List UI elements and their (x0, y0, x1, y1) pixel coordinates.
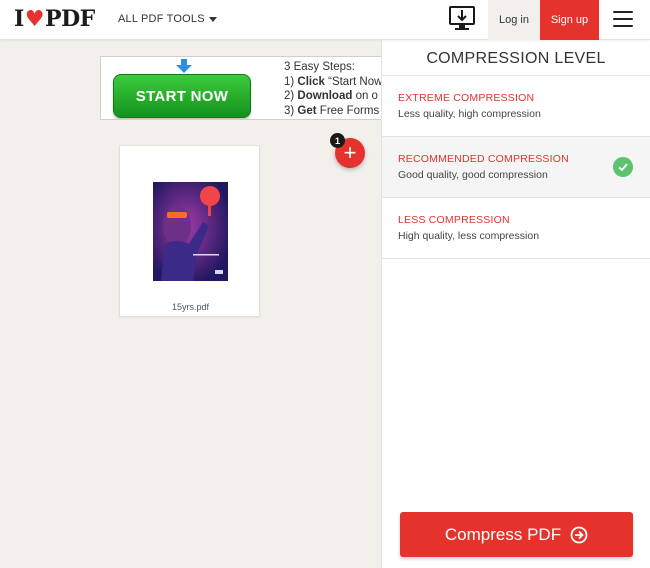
ad-steps-title: 3 Easy Steps: (284, 61, 355, 73)
file-card[interactable]: 15yrs.pdf (119, 145, 260, 317)
option-less-compression[interactable]: LESS COMPRESSION High quality, less comp… (382, 198, 650, 259)
option-description: Less quality, high compression (398, 108, 541, 120)
heart-icon: ♥ (24, 6, 45, 32)
logo-word: PDF (45, 6, 95, 32)
top-header: I ♥ PDF ALL PDF TOOLS Log in Sign up (0, 0, 650, 40)
all-pdf-tools-label: ALL PDF TOOLS (118, 13, 205, 25)
option-description: Good quality, good compression (398, 169, 548, 181)
hamburger-menu-icon[interactable] (613, 11, 633, 27)
option-extreme-compression[interactable]: EXTREME COMPRESSION Less quality, high c… (382, 76, 650, 137)
file-name: 15yrs.pdf (171, 302, 210, 312)
signup-button[interactable]: Sign up (540, 0, 599, 40)
ad-steps-text: 3 Easy Steps: 1) Click “Start Now 2) Dow… (284, 60, 382, 118)
desktop-download-icon (449, 6, 475, 30)
all-pdf-tools-menu[interactable]: ALL PDF TOOLS (118, 13, 217, 25)
compression-options-panel: COMPRESSION LEVEL EXTREME COMPRESSION Le… (381, 40, 650, 568)
ad-step-2: 2) Download on o (284, 90, 378, 102)
file-count-badge: 1 (330, 133, 345, 148)
compress-pdf-button[interactable]: Compress PDF (400, 512, 633, 557)
arrow-right-circle-icon (570, 526, 588, 544)
desktop-app-download-button[interactable] (448, 6, 476, 32)
option-description: High quality, less compression (398, 230, 540, 242)
logo-letter: I (14, 6, 24, 32)
option-title: LESS COMPRESSION (398, 214, 510, 226)
compression-level-heading: COMPRESSION LEVEL (382, 40, 650, 76)
ilovepdf-logo[interactable]: I ♥ PDF (14, 6, 95, 32)
login-button[interactable]: Log in (488, 0, 540, 40)
checkmark-icon (613, 157, 633, 177)
option-title: EXTREME COMPRESSION (398, 92, 535, 104)
ad-banner[interactable]: START NOW 3 Easy Steps: 1) Click “Start … (100, 56, 382, 120)
option-title: RECOMMENDED COMPRESSION (398, 153, 569, 165)
compress-pdf-label: Compress PDF (444, 524, 562, 544)
ad-step-1: 1) Click “Start Now (284, 75, 382, 88)
file-thumbnail (153, 182, 228, 281)
ad-start-now-button[interactable]: START NOW (113, 74, 251, 118)
down-arrow-icon (176, 59, 192, 73)
pdf-page-preview-image (153, 182, 228, 281)
option-recommended-compression[interactable]: RECOMMENDED COMPRESSION Good quality, go… (382, 137, 650, 198)
plus-icon: + (343, 140, 357, 165)
caret-down-icon (208, 16, 217, 22)
ad-step-3: 3) Get Free Forms O (284, 104, 381, 117)
